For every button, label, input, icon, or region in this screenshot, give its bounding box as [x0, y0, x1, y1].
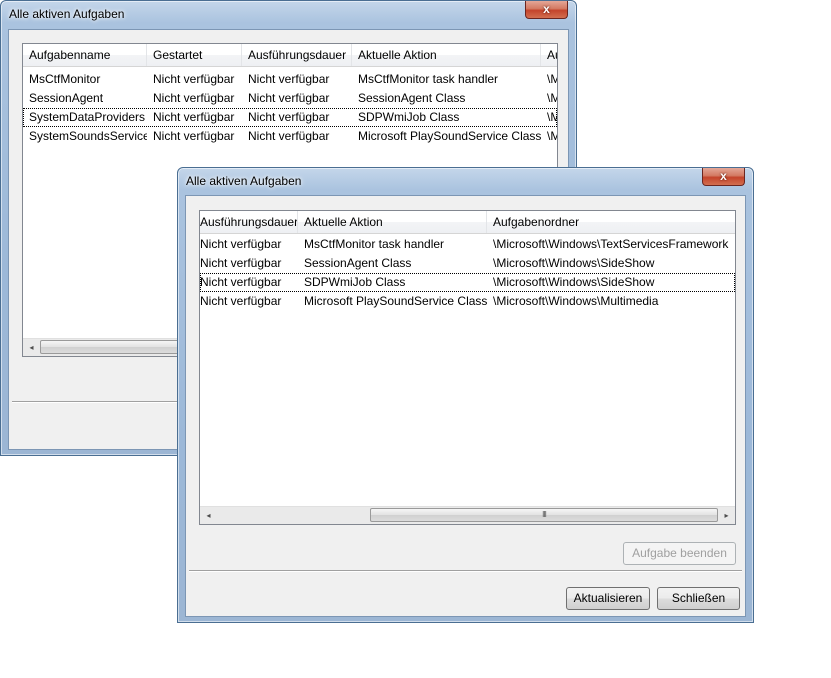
- scroll-left-icon[interactable]: ◂: [23, 339, 40, 356]
- cell-duration: Nicht verfügbar: [248, 72, 330, 86]
- column-header-aktuelle-aktion[interactable]: Aktuelle Aktion: [298, 211, 487, 233]
- cell-action: SessionAgent Class: [304, 256, 412, 270]
- table-row[interactable]: SystemDataProviders Nicht verfügbar Nich…: [23, 108, 557, 127]
- close-dialog-button[interactable]: Schließen: [657, 587, 740, 610]
- cell-folder: \Microsoft\Windows\SideShow: [493, 275, 655, 289]
- cell-folder: \M: [547, 110, 557, 124]
- back-list-header: Aufgabenname Gestartet Ausführungsdauer …: [23, 44, 557, 67]
- cell-duration: Nicht verfügbar: [248, 129, 330, 143]
- column-header-gestartet[interactable]: Gestartet: [147, 44, 242, 66]
- cell-started: Nicht verfügbar: [153, 91, 235, 105]
- close-icon: x: [543, 2, 550, 16]
- cell-duration: Nicht verfügbar: [200, 294, 282, 308]
- cell-folder: \M: [547, 129, 557, 143]
- cell-duration: Nicht verfügbar: [248, 110, 330, 124]
- column-header-aufgabenordner[interactable]: Aufgabenordner: [487, 211, 735, 233]
- cell-duration: Nicht verfügbar: [200, 237, 282, 251]
- table-row[interactable]: Nicht verfügbar Microsoft PlaySoundServi…: [200, 292, 735, 311]
- cell-duration: Nicht verfügbar: [200, 275, 282, 289]
- cell-action: SDPWmiJob Class: [358, 110, 460, 124]
- front-list-header: Ausführungsdauer Aktuelle Aktion Aufgabe…: [200, 211, 735, 234]
- cell-started: Nicht verfügbar: [153, 129, 235, 143]
- cell-action: SDPWmiJob Class: [304, 275, 406, 289]
- table-row[interactable]: Nicht verfügbar SDPWmiJob Class \Microso…: [200, 273, 735, 292]
- cell-action: Microsoft PlaySoundService Class: [358, 129, 541, 143]
- front-window-title: Alle aktiven Aufgaben: [186, 174, 302, 188]
- table-row[interactable]: SystemSoundsService Nicht verfügbar Nich…: [23, 127, 557, 146]
- cell-action: MsCtfMonitor task handler: [358, 72, 499, 86]
- front-scrollbar-thumb[interactable]: III: [370, 508, 718, 522]
- cell-folder: \Microsoft\Windows\TextServicesFramework: [493, 237, 729, 251]
- table-row[interactable]: SessionAgent Nicht verfügbar Nicht verfü…: [23, 89, 557, 108]
- cell-name: MsCtfMonitor: [29, 72, 101, 86]
- table-row[interactable]: MsCtfMonitor Nicht verfügbar Nicht verfü…: [23, 70, 557, 89]
- table-row[interactable]: Nicht verfügbar SessionAgent Class \Micr…: [200, 254, 735, 273]
- cell-folder: \Microsoft\Windows\SideShow: [493, 256, 655, 270]
- column-header-aufgabenname[interactable]: Aufgabenname: [23, 44, 147, 66]
- front-horizontal-scrollbar[interactable]: ◂ III ▸: [200, 506, 735, 524]
- cell-duration: Nicht verfügbar: [200, 256, 282, 270]
- front-window-close-button[interactable]: x: [702, 168, 745, 186]
- cell-duration: Nicht verfügbar: [248, 91, 330, 105]
- front-footer-divider: [189, 570, 742, 572]
- cell-action: SessionAgent Class: [358, 91, 466, 105]
- back-window-title: Alle aktiven Aufgaben: [9, 7, 125, 21]
- cell-action: MsCtfMonitor task handler: [304, 237, 445, 251]
- refresh-button[interactable]: Aktualisieren: [566, 587, 650, 610]
- column-header-ausfuehrungsdauer[interactable]: Ausführungsdauer: [200, 211, 298, 233]
- end-task-button[interactable]: Aufgabe beenden: [623, 542, 736, 565]
- front-window: Alle aktiven Aufgaben x Ausführungsdauer…: [177, 167, 754, 623]
- front-window-client: Ausführungsdauer Aktuelle Aktion Aufgabe…: [185, 195, 746, 617]
- cell-name: SystemDataProviders: [29, 110, 146, 124]
- cell-folder: \M: [547, 91, 557, 105]
- back-window-close-button[interactable]: x: [525, 1, 568, 19]
- column-header-ausfuehrungsdauer[interactable]: Ausführungsdauer: [242, 44, 352, 66]
- column-header-aufgabenordner[interactable]: Au: [541, 44, 557, 66]
- cell-name: SystemSoundsService: [29, 129, 147, 143]
- close-icon: x: [720, 169, 727, 183]
- cell-started: Nicht verfügbar: [153, 110, 235, 124]
- front-task-list[interactable]: Ausführungsdauer Aktuelle Aktion Aufgabe…: [199, 210, 736, 525]
- scroll-right-icon[interactable]: ▸: [718, 507, 735, 524]
- scroll-left-icon[interactable]: ◂: [200, 507, 217, 524]
- table-row[interactable]: Nicht verfügbar MsCtfMonitor task handle…: [200, 235, 735, 254]
- cell-started: Nicht verfügbar: [153, 72, 235, 86]
- cell-action: Microsoft PlaySoundService Class: [304, 294, 487, 308]
- column-header-aktuelle-aktion[interactable]: Aktuelle Aktion: [352, 44, 541, 66]
- cell-folder: \M: [547, 72, 557, 86]
- cell-folder: \Microsoft\Windows\Multimedia: [493, 294, 659, 308]
- cell-name: SessionAgent: [29, 91, 104, 105]
